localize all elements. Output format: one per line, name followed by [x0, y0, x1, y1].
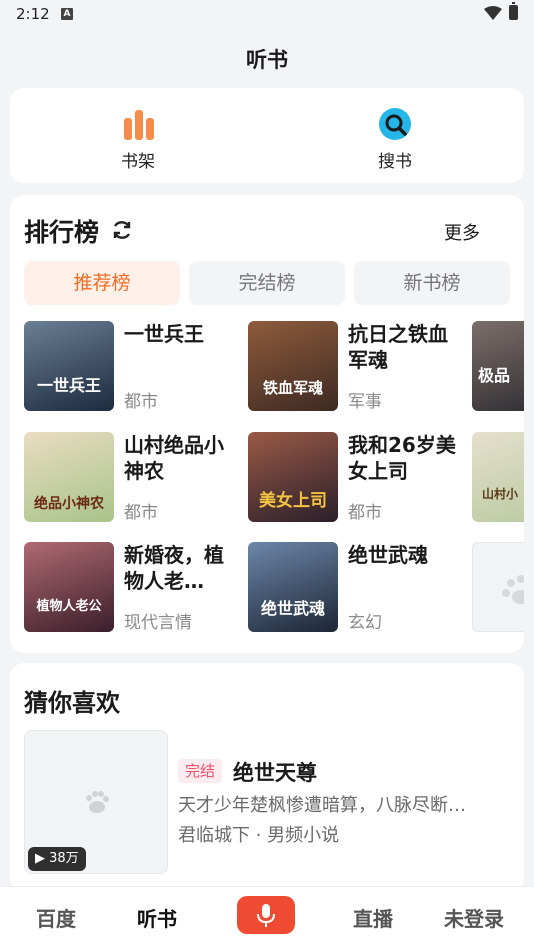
book-cover: 绝品小神农: [24, 432, 114, 522]
ranking-title: 排行榜: [24, 218, 100, 247]
guess-card: 猜你喜欢 ▶ 38万 完结 绝世天尊 天才少年楚枫惨遭暗算，八脉尽断… 君临城下…: [10, 663, 524, 893]
book-cover: 美女上司: [248, 432, 338, 522]
search-icon: [379, 108, 411, 140]
cover-title: 绝世武魂: [261, 599, 325, 618]
book-genre: 军事: [348, 392, 382, 412]
shortcuts-card: 书架 搜书: [10, 88, 524, 183]
wifi-icon: [484, 6, 502, 20]
book-title: 绝世武魂: [348, 543, 428, 567]
nav-live[interactable]: 直播: [353, 903, 393, 932]
microphone-icon: [257, 904, 275, 927]
nav-login[interactable]: 未登录: [444, 903, 504, 932]
paw-icon: [502, 575, 524, 604]
cover-title: 铁血军魂: [263, 379, 323, 397]
book-item[interactable]: [472, 542, 524, 634]
play-count-badge: ▶ 38万: [28, 847, 86, 871]
book-cover: 极品: [472, 321, 524, 411]
book-genre: 都市: [124, 503, 158, 523]
status-bar: 2:12 A: [0, 0, 534, 30]
bottom-nav: 百度 听书 直播 未登录: [0, 886, 534, 950]
cover-title: 美女上司: [259, 490, 327, 510]
book-item[interactable]: 一世兵王 一世兵王 都市: [24, 321, 248, 413]
ranking-card: 排行榜 更多 推荐榜 完结榜 新书榜 一世兵王 一世兵王 都市 铁血军魂 抗日之…: [10, 195, 524, 653]
book-cover: 铁血军魂: [248, 321, 338, 411]
notification-icon: A: [61, 8, 73, 20]
book-item[interactable]: 山村小: [472, 432, 524, 524]
book-cover: 绝世武魂: [248, 542, 338, 632]
cover-title: 绝品小神农: [34, 495, 105, 511]
page-title: 听书: [246, 48, 288, 72]
guess-book-meta: 君临城下 · 男频小说: [178, 825, 340, 846]
tab-new-books[interactable]: 新书榜: [354, 261, 510, 305]
book-cover: 一世兵王: [24, 321, 114, 411]
book-item[interactable]: 绝世武魂 绝世武魂 玄幻: [248, 542, 472, 634]
guess-title: 猜你喜欢: [24, 689, 120, 717]
battery-icon: [509, 2, 518, 20]
refresh-icon[interactable]: [111, 219, 133, 241]
book-genre: 都市: [124, 392, 158, 412]
more-link[interactable]: 更多: [444, 219, 480, 245]
book-cover: 植物人老公: [24, 542, 114, 632]
nav-baidu[interactable]: 百度: [36, 903, 76, 932]
book-cover-placeholder: [472, 542, 524, 632]
book-item[interactable]: 极品: [472, 321, 524, 413]
voice-button[interactable]: [237, 896, 295, 934]
guess-book-title[interactable]: 绝世天尊: [233, 757, 317, 787]
book-title: 我和26岁美女上司: [348, 433, 456, 483]
bookshelf-shortcut[interactable]: 书架: [88, 108, 188, 172]
search-book-label: 搜书: [378, 152, 412, 172]
cover-title: 植物人老公: [35, 598, 101, 613]
status-badge: 完结: [178, 759, 223, 783]
search-book-shortcut[interactable]: 搜书: [345, 108, 445, 172]
guess-book-description: 天才少年楚枫惨遭暗算，八脉尽断…: [178, 795, 466, 816]
book-item[interactable]: 铁血军魂 抗日之铁血军魂 军事: [248, 321, 472, 413]
book-title: 新婚夜，植物人老…: [124, 543, 224, 593]
cover-title: 一世兵王: [37, 376, 101, 395]
bookshelf-icon: [124, 110, 154, 140]
cover-title: 极品: [478, 366, 510, 385]
tab-completed[interactable]: 完结榜: [189, 261, 345, 305]
cover-title: 山村小: [482, 486, 518, 501]
book-title: 山村绝品小神农: [124, 433, 224, 483]
book-item[interactable]: 绝品小神农 山村绝品小神农 都市: [24, 432, 248, 524]
book-item[interactable]: 美女上司 我和26岁美女上司 都市: [248, 432, 472, 524]
book-genre: 玄幻: [348, 613, 382, 633]
bookshelf-label: 书架: [121, 152, 155, 172]
book-title: 一世兵王: [124, 322, 204, 346]
book-genre: 都市: [348, 503, 382, 523]
book-item[interactable]: 植物人老公 新婚夜，植物人老… 现代言情: [24, 542, 248, 634]
book-title: 抗日之铁血军魂: [348, 322, 448, 372]
tab-recommended[interactable]: 推荐榜: [24, 261, 180, 305]
status-time: 2:12: [16, 5, 50, 23]
book-cover: 山村小: [472, 432, 524, 522]
guess-book-cover[interactable]: ▶ 38万: [24, 730, 168, 874]
paw-icon: [86, 791, 109, 813]
nav-audiobook[interactable]: 听书: [137, 903, 177, 932]
book-genre: 现代言情: [124, 613, 192, 633]
